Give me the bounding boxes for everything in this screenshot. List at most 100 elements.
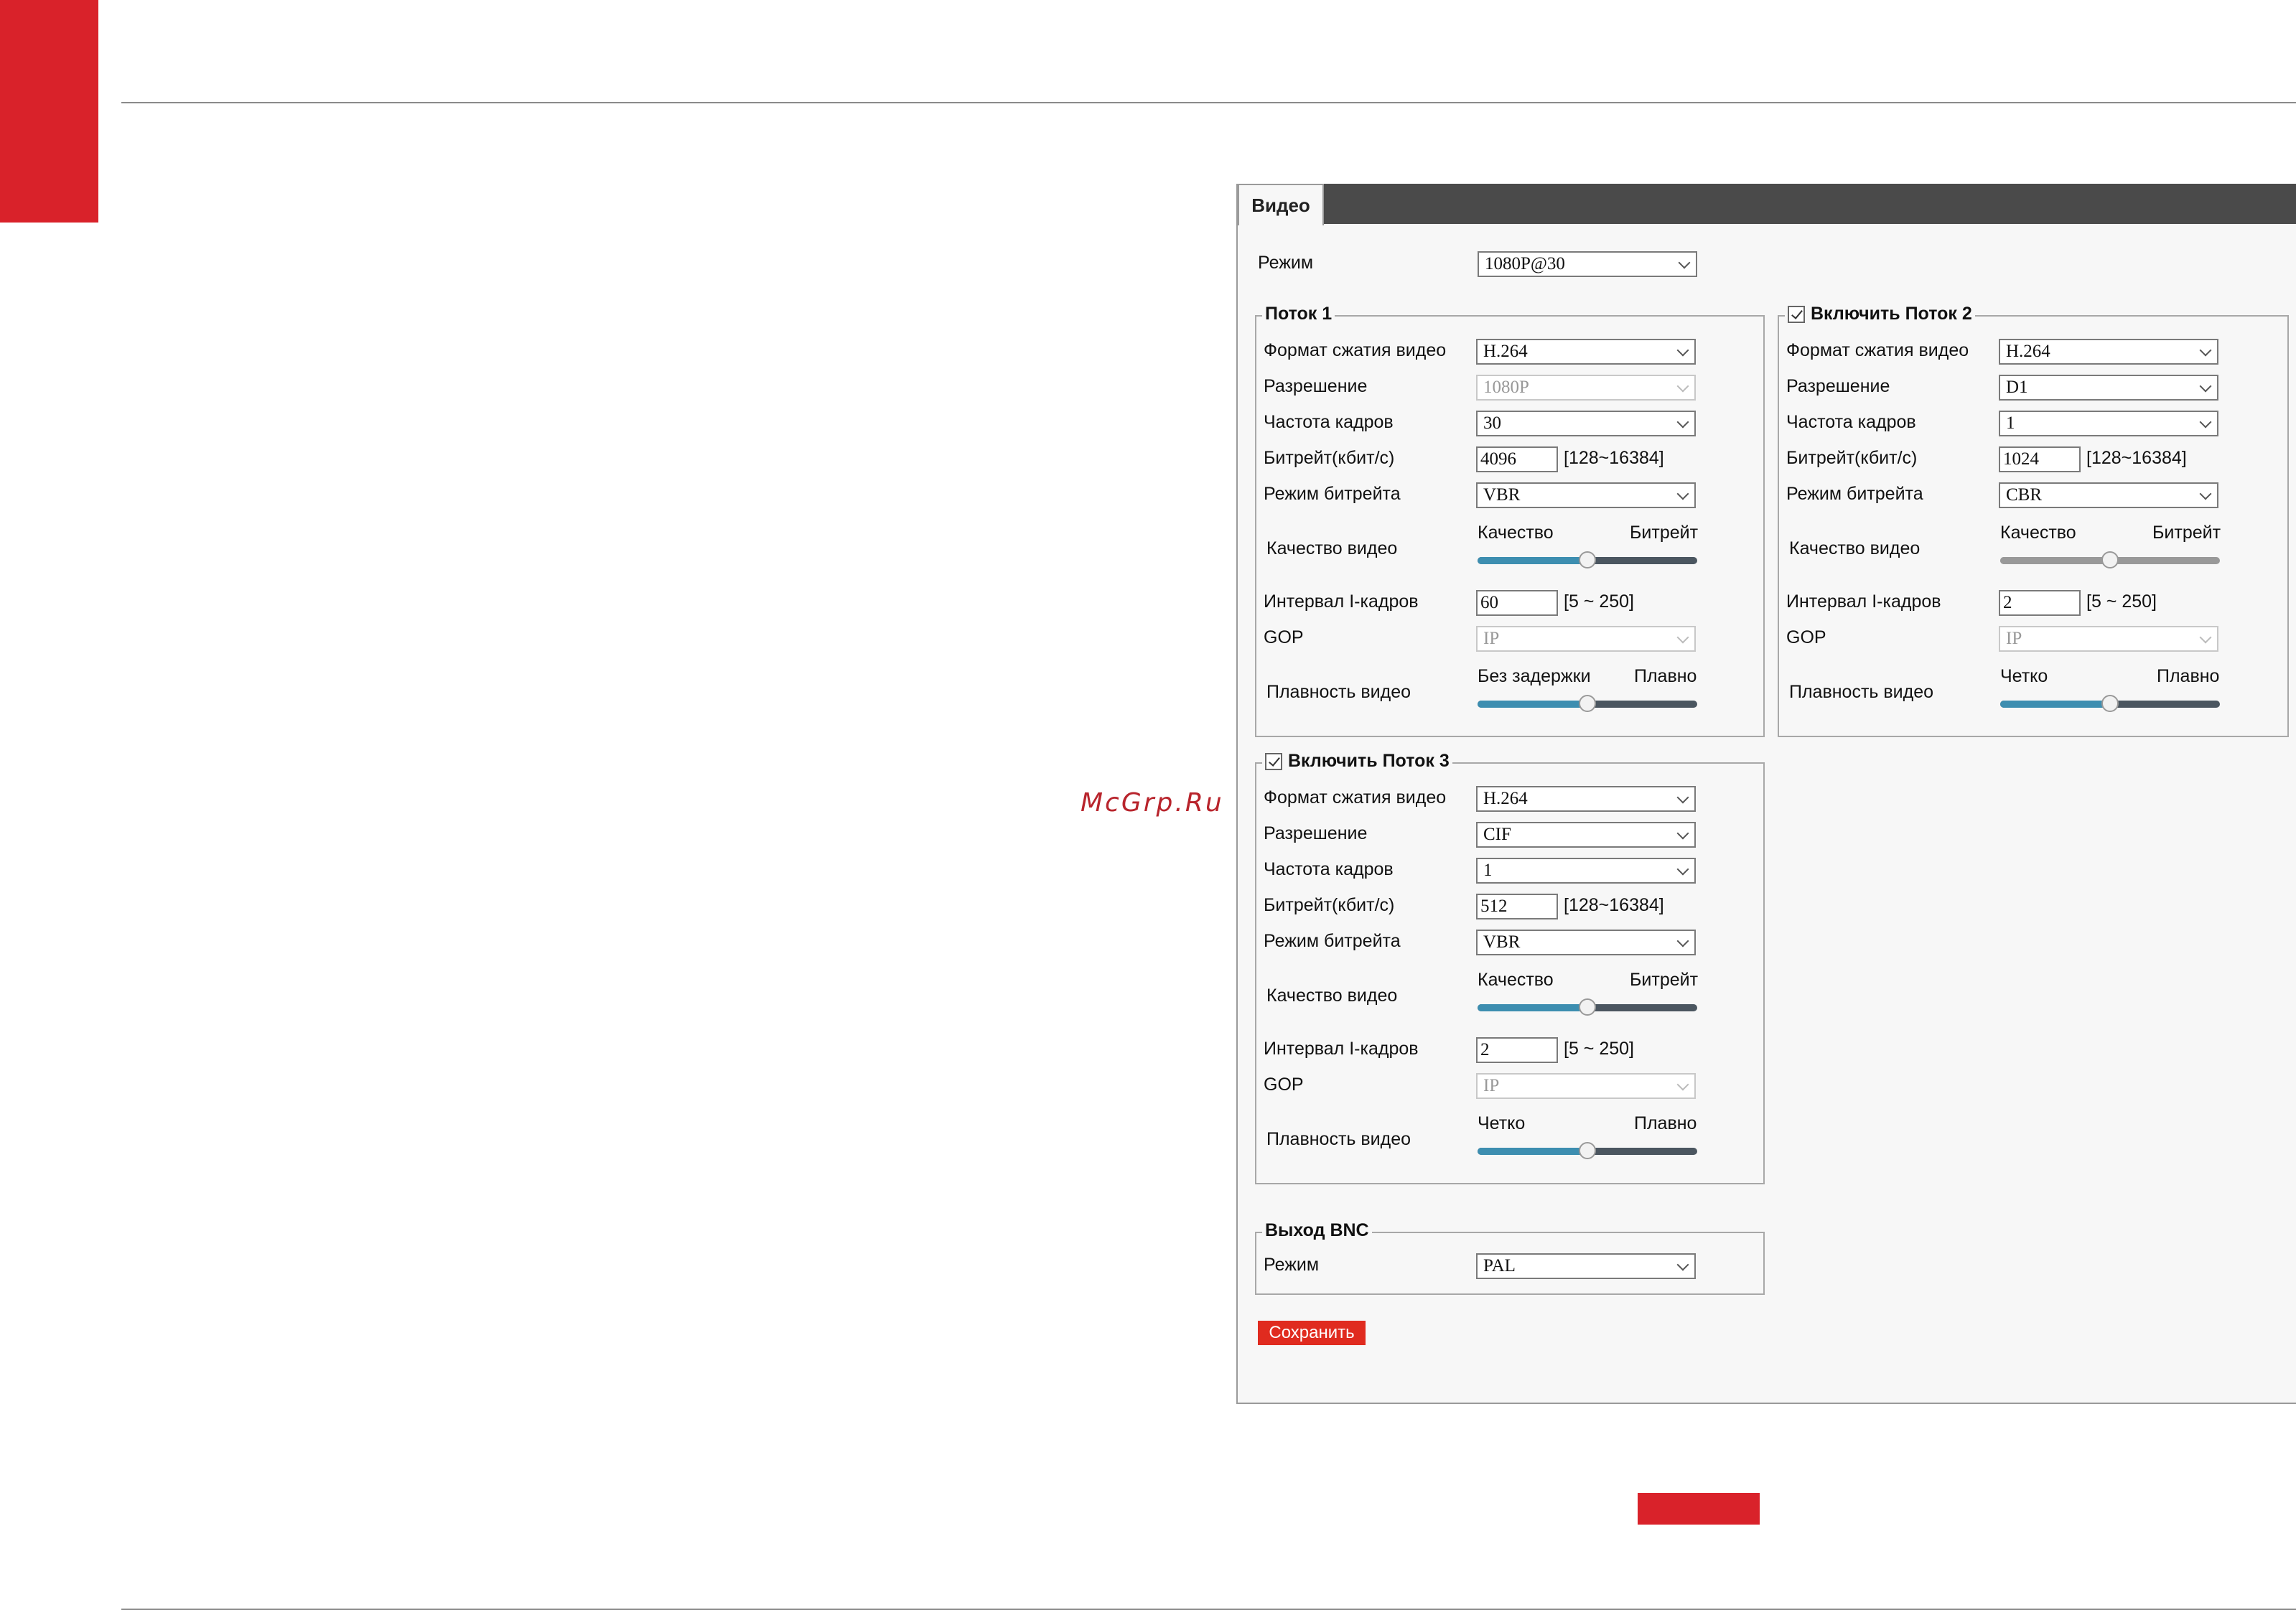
stream3-res-select[interactable]: CIF (1476, 822, 1696, 848)
stream2-res-label: Разрешение (1786, 376, 1890, 396)
slider-handle[interactable] (1579, 1142, 1596, 1159)
stream3-brmode-label: Режим битрейта (1264, 931, 1401, 951)
stream2-brmode-select[interactable]: CBR (1999, 482, 2218, 508)
chevron-down-icon (1676, 1258, 1689, 1271)
slider-handle[interactable] (2101, 695, 2119, 712)
chevron-down-icon (2199, 631, 2212, 644)
stream3-iframe-label: Интервал I-кадров (1264, 1039, 1419, 1059)
stream1-quality-slider[interactable] (1478, 551, 1697, 568)
slider-handle[interactable] (1579, 998, 1596, 1016)
stream2-iframe-range: [5 ~ 250] (2086, 591, 2157, 612)
stream3-quality-slider[interactable] (1478, 998, 1697, 1016)
bnc-mode-label: Режим (1264, 1255, 1320, 1275)
stream3-bitrate-range: [128~16384] (1564, 895, 1664, 915)
slider-handle[interactable] (1579, 551, 1596, 568)
stream2-smooth-min-label: Четко (2000, 666, 2048, 686)
tab-bar (1238, 184, 2296, 224)
stream3-smooth-slider[interactable] (1478, 1142, 1697, 1159)
chevron-down-icon (1676, 487, 1689, 500)
footer-accent-bar (1638, 1493, 1760, 1525)
stream2-quality-min-label: Качество (2000, 523, 2076, 543)
stream2-enable-checkbox[interactable] (1788, 305, 1805, 323)
stream1-iframe-input[interactable]: 60 (1476, 590, 1558, 616)
stream2-bitrate-range: [128~16384] (2086, 448, 2187, 468)
stream3-bitrate-label: Битрейт(кбит/с) (1264, 895, 1395, 915)
stream2-gop-select: IP (1999, 626, 2218, 652)
stream2-iframe-label: Интервал I-кадров (1786, 591, 1941, 612)
stream2-quality-slider (2000, 551, 2220, 568)
chevron-down-icon (1676, 791, 1689, 804)
chevron-down-icon (1676, 631, 1689, 644)
stream2-quality-max-label: Битрейт (2152, 523, 2221, 543)
stream3-enable-checkbox[interactable] (1265, 752, 1282, 770)
stream3-brmode-select[interactable]: VBR (1476, 930, 1696, 955)
stream2-fps-select[interactable]: 1 (1999, 411, 2218, 436)
mode-select-value: 1080P@30 (1485, 254, 1565, 273)
stream2-res-select[interactable]: D1 (1999, 375, 2218, 401)
stream3-fps-select[interactable]: 1 (1476, 858, 1696, 884)
video-settings-panel: Видео Режим 1080P@30 Поток 1 Формат сжат… (1236, 184, 2296, 1404)
mode-label: Режим (1258, 253, 1314, 273)
slider-handle[interactable] (1579, 695, 1596, 712)
stream1-bitrate-label: Битрейт(кбит/с) (1264, 448, 1395, 468)
stream1-gop-select: IP (1476, 626, 1696, 652)
stream1-bitrate-input[interactable]: 4096 (1476, 446, 1558, 472)
stream1-codec-select[interactable]: H.264 (1476, 339, 1696, 365)
stream3-iframe-range: [5 ~ 250] (1564, 1039, 1634, 1059)
stream2-codec-label: Формат сжатия видео (1786, 340, 1969, 360)
stream2-smooth-slider[interactable] (2000, 695, 2220, 712)
mode-select[interactable]: 1080P@30 (1478, 251, 1697, 277)
stream2-smooth-max-label: Плавно (2157, 666, 2220, 686)
stream3-codec-label: Формат сжатия видео (1264, 787, 1447, 808)
stream1-quality-min-label: Качество (1478, 523, 1554, 543)
stream1-quality-label: Качество видео (1266, 538, 1398, 558)
stream3-title: Включить Поток 3 (1262, 751, 1452, 772)
stream2-iframe-input[interactable]: 2 (1999, 590, 2081, 616)
stream1-iframe-range: [5 ~ 250] (1564, 591, 1634, 612)
stream3-gop-select: IP (1476, 1073, 1696, 1099)
stream3-quality-label: Качество видео (1266, 986, 1398, 1006)
stream3-bitrate-input[interactable]: 512 (1476, 894, 1558, 919)
stream1-iframe-label: Интервал I-кадров (1264, 591, 1419, 612)
stream1-codec-label: Формат сжатия видео (1264, 340, 1447, 360)
tab-video[interactable]: Видео (1238, 184, 1324, 225)
stream1-bitrate-range: [128~16384] (1564, 448, 1664, 468)
save-button[interactable]: Сохранить (1258, 1321, 1366, 1345)
stream3-smooth-label: Плавность видео (1266, 1129, 1411, 1149)
stream3-quality-max-label: Битрейт (1630, 970, 1699, 990)
stream3-smooth-min-label: Четко (1478, 1113, 1526, 1133)
stream3-codec-select[interactable]: H.264 (1476, 786, 1696, 812)
brand-corner-tab (0, 0, 98, 223)
chevron-down-icon (1676, 935, 1689, 947)
stream3-iframe-input[interactable]: 2 (1476, 1037, 1558, 1063)
chevron-down-icon (1678, 256, 1691, 269)
stream1-fps-select[interactable]: 30 (1476, 411, 1696, 436)
stream2-smooth-label: Плавность видео (1789, 682, 1934, 702)
stream1-smooth-label: Плавность видео (1266, 682, 1411, 702)
chevron-down-icon (1676, 380, 1689, 393)
chevron-down-icon (2199, 416, 2212, 429)
stream2-fps-label: Частота кадров (1786, 412, 1916, 432)
chevron-down-icon (2199, 344, 2212, 357)
chevron-down-icon (2199, 380, 2212, 393)
bnc-mode-select[interactable]: PAL (1476, 1253, 1696, 1279)
stream2-brmode-label: Режим битрейта (1786, 484, 1923, 504)
header-rule (121, 102, 2296, 103)
stream1-res-label: Разрешение (1264, 376, 1368, 396)
chevron-down-icon (1676, 863, 1689, 876)
stream1-smooth-min-label: Без задержки (1478, 666, 1591, 686)
stream3-gop-label: GOP (1264, 1075, 1304, 1095)
stream2-gop-label: GOP (1786, 627, 1826, 647)
stream2-bitrate-input[interactable]: 1024 (1999, 446, 2081, 472)
stream1-smooth-slider[interactable] (1478, 695, 1697, 712)
slider-handle (2101, 551, 2119, 568)
chevron-down-icon (1676, 1078, 1689, 1091)
chevron-down-icon (1676, 416, 1689, 429)
stream1-brmode-select[interactable]: VBR (1476, 482, 1696, 508)
stream1-smooth-max-label: Плавно (1634, 666, 1697, 686)
stream3-smooth-max-label: Плавно (1634, 1113, 1697, 1133)
stream1-fps-label: Частота кадров (1264, 412, 1394, 432)
stream2-codec-select[interactable]: H.264 (1999, 339, 2218, 365)
stream1-res-select: 1080P (1476, 375, 1696, 401)
bnc-title: Выход BNC (1262, 1220, 1372, 1241)
